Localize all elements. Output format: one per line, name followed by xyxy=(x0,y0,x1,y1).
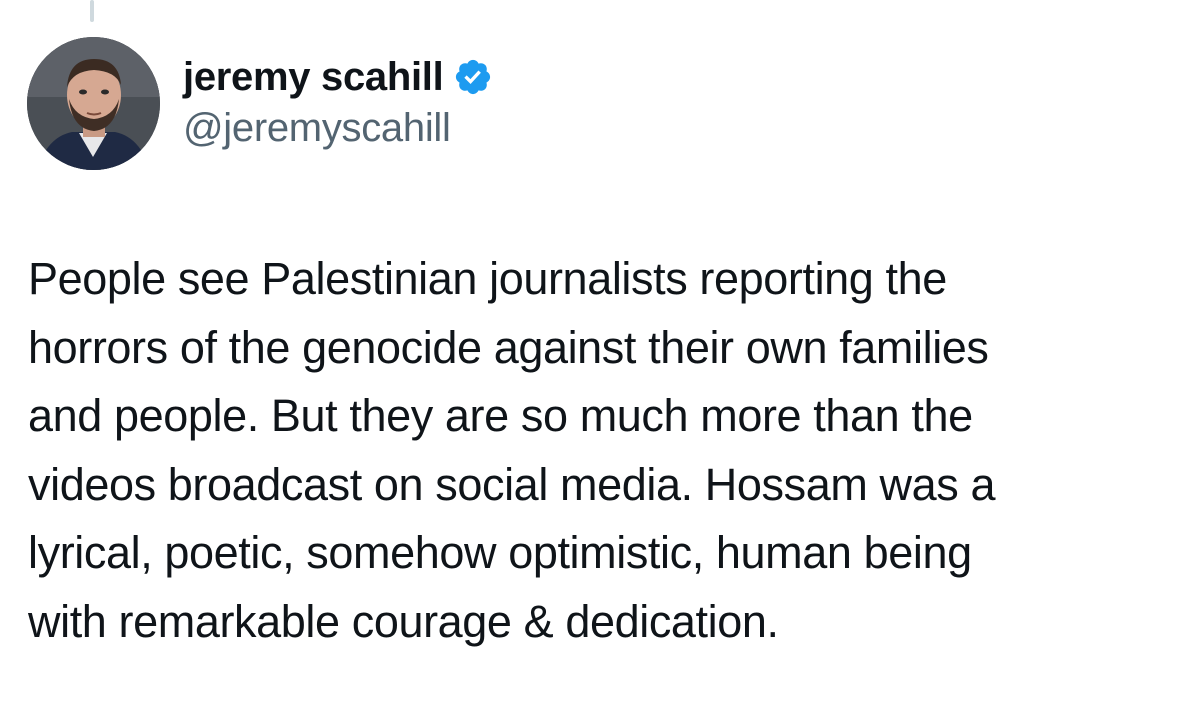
author-handle[interactable]: @jeremyscahill xyxy=(183,106,493,151)
avatar-photo-icon xyxy=(27,37,160,170)
tweet-text-line: videos broadcast on social media. Hossam… xyxy=(28,458,996,510)
avatar[interactable] xyxy=(27,37,160,170)
tweet-text-line: lyrical, poetic, somehow optimistic, hum… xyxy=(28,527,972,578)
thread-connector-line xyxy=(90,0,94,22)
tweet-author: jeremy scahill @jeremyscahill xyxy=(183,52,493,151)
verified-badge-icon[interactable] xyxy=(453,57,493,97)
author-name-row: jeremy scahill xyxy=(183,52,493,102)
tweet-text-line: with remarkable courage & dedication. xyxy=(28,595,779,647)
author-display-name[interactable]: jeremy scahill xyxy=(183,55,444,100)
tweet-text: People see Palestinian journalists repor… xyxy=(28,245,1168,656)
tweet-text-line: People see Palestinian journalists repor… xyxy=(28,253,947,304)
tweet-text-line: and people. But they are so much more th… xyxy=(28,390,973,441)
tweet-text-line: horrors of the genocide against their ow… xyxy=(28,321,989,373)
